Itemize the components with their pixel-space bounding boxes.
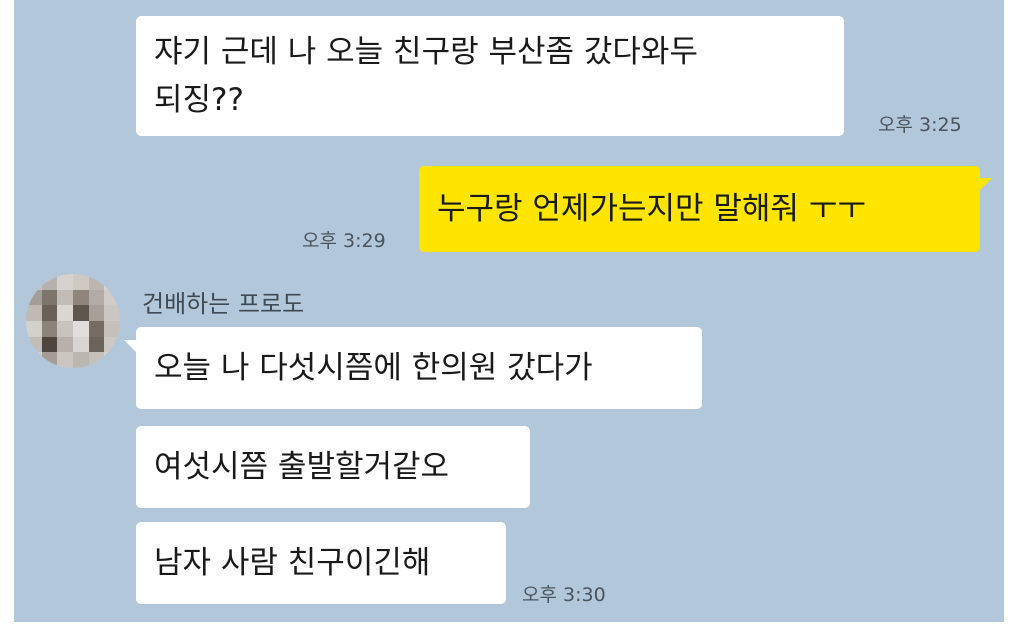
avatar-pixel — [104, 289, 120, 306]
avatar-pixel — [57, 321, 73, 337]
message-bubble-incoming[interactable]: 여섯시쯤 출발할거같오 — [136, 426, 530, 508]
message-bubble-incoming[interactable]: 오늘 나 다섯시쯤에 한의원 갔다가 — [136, 327, 702, 409]
message-timestamp: 오후 3:25 — [878, 114, 962, 136]
message-text-line: 쟈기 근데 나 오늘 친구랑 부산좀 갔다와두 — [154, 34, 698, 70]
avatar-pixel — [88, 352, 105, 368]
avatar-pixel — [41, 336, 58, 353]
avatar-pixel — [88, 289, 105, 306]
avatar-pixel — [73, 305, 89, 321]
message-timestamp: 오후 3:29 — [302, 230, 386, 252]
avatar-pixel — [88, 305, 105, 321]
avatar-pixel — [73, 274, 89, 290]
avatar-pixel — [57, 336, 73, 353]
avatar-pixel — [57, 274, 73, 290]
avatar-pixel — [41, 321, 58, 337]
avatar-pixel — [73, 289, 89, 306]
avatar-pixel — [104, 321, 120, 337]
message-text-line: 여섯시쯤 출발할거같오 — [154, 449, 450, 485]
bubble-tail — [978, 178, 992, 192]
avatar-pixel — [104, 274, 120, 290]
message-timestamp: 오후 3:30 — [522, 584, 606, 606]
avatar-pixel — [104, 305, 120, 321]
message-bubble-incoming[interactable]: 쟈기 근데 나 오늘 친구랑 부산좀 갔다와두 되징?? — [136, 16, 844, 136]
avatar-pixel — [41, 305, 58, 321]
message-text-line: 오늘 나 다섯시쯤에 한의원 갔다가 — [154, 350, 593, 386]
message-text-line: 되징?? — [154, 82, 244, 118]
avatar-pixel — [26, 352, 42, 368]
avatar-pixel — [104, 352, 120, 368]
chat-room[interactable]: 쟈기 근데 나 오늘 친구랑 부산좀 갔다와두 되징?? 오후 3:25 누구랑… — [14, 0, 1004, 622]
avatar-pixel — [41, 352, 58, 368]
sender-name: 건배하는 프로도 — [142, 290, 305, 318]
avatar-pixel — [57, 305, 73, 321]
avatar-pixel — [88, 274, 105, 290]
message-bubble-outgoing[interactable]: 누구랑 언제가는지만 말해줘 ㅜㅜ — [419, 166, 980, 252]
avatar-pixel — [57, 289, 73, 306]
avatar-pixel — [26, 321, 42, 337]
avatar-pixel — [41, 289, 58, 306]
profile-avatar[interactable] — [26, 274, 120, 368]
avatar-pixel — [73, 352, 89, 368]
avatar-pixel — [26, 305, 42, 321]
message-bubble-incoming[interactable]: 남자 사람 친구이긴해 — [136, 522, 506, 604]
message-text-line: 남자 사람 친구이긴해 — [154, 545, 431, 581]
avatar-pixel — [73, 336, 89, 353]
avatar-pixel — [26, 336, 42, 353]
avatar-pixel — [41, 274, 58, 290]
avatar-pixel — [88, 336, 105, 353]
message-text-line: 누구랑 언제가는지만 말해줘 ㅜㅜ — [437, 191, 866, 227]
avatar-pixel — [73, 321, 89, 337]
avatar-pixel — [88, 321, 105, 337]
avatar-pixel — [104, 336, 120, 353]
avatar-pixel — [57, 352, 73, 368]
avatar-pixel — [26, 289, 42, 306]
avatar-pixel — [26, 274, 42, 290]
